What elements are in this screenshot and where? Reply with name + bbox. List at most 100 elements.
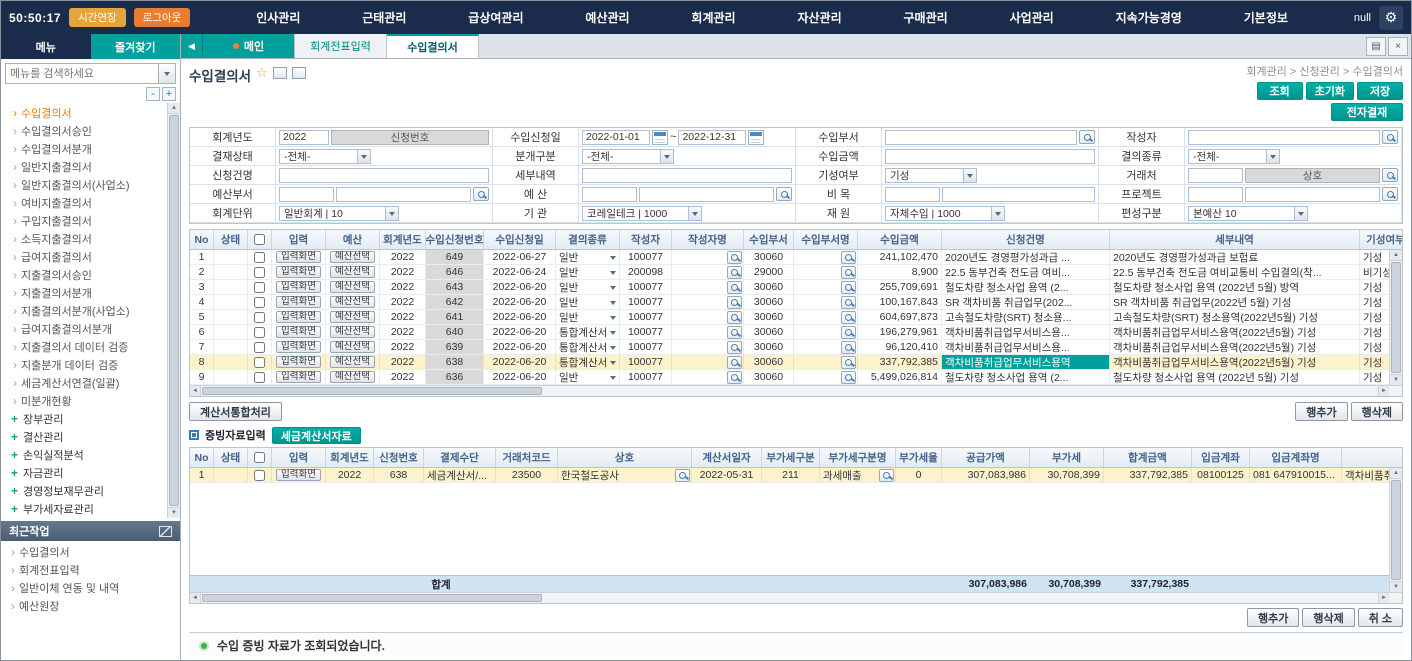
calendar-icon[interactable] bbox=[652, 130, 668, 145]
search-icon-button[interactable] bbox=[879, 469, 894, 482]
col-income-amount[interactable]: 수입금액 bbox=[858, 230, 942, 249]
sidebar-item[interactable]: › 지출결의서분개 bbox=[3, 284, 166, 302]
topnav-item[interactable]: 근태관리 bbox=[358, 9, 410, 26]
recent-work-item[interactable]: › 예산원장 bbox=[1, 597, 180, 615]
fiscal-year-input[interactable] bbox=[279, 130, 329, 145]
scroll-left-icon[interactable]: ◄ bbox=[190, 593, 201, 603]
recent-work-item[interactable]: › 회계전표입력 bbox=[1, 561, 180, 579]
cell-decision-type-select[interactable]: 통합계산서 bbox=[556, 325, 620, 339]
col-decision-type[interactable]: 결의종류 bbox=[556, 230, 620, 249]
extend-time-button[interactable]: 시간연장 bbox=[69, 8, 126, 27]
row-checkbox[interactable] bbox=[254, 372, 265, 383]
income-table-row[interactable]: 7 입력화면 예산선택 2022 639 2022-06-20 통합계산서 10… bbox=[190, 340, 1402, 355]
row-checkbox[interactable] bbox=[254, 282, 265, 293]
sidebar-item[interactable]: › 일반지출결의서 bbox=[3, 158, 166, 176]
col-input[interactable]: 입력 bbox=[272, 230, 326, 249]
col-vendor-name[interactable]: 상호 bbox=[558, 448, 692, 467]
scroll-down-icon[interactable]: ▼ bbox=[168, 507, 180, 518]
input-screen-button[interactable]: 입력화면 bbox=[276, 281, 321, 293]
search-icon-button[interactable] bbox=[841, 296, 856, 309]
topnav-item[interactable]: 지속가능경영 bbox=[1112, 9, 1186, 26]
writer-input[interactable] bbox=[1188, 130, 1380, 145]
sidebar-tab-menu[interactable]: 메뉴 bbox=[1, 34, 91, 59]
row-checkbox[interactable] bbox=[254, 342, 265, 353]
col-remarks[interactable]: 적요 bbox=[1342, 448, 1403, 467]
income-table-row[interactable]: 6 입력화면 예산선택 2022 640 2022-06-20 통합계산서 10… bbox=[190, 325, 1402, 340]
sidebar-item[interactable]: › 소득지출결의서 bbox=[3, 230, 166, 248]
detail-input[interactable] bbox=[582, 168, 792, 183]
col-vat-rate[interactable]: 부가세율 bbox=[896, 448, 942, 467]
search-icon-button[interactable] bbox=[841, 371, 856, 384]
col-input[interactable]: 입력 bbox=[272, 448, 326, 467]
input-screen-button[interactable]: 입력화면 bbox=[276, 371, 321, 383]
sidebar-item[interactable]: › 수입결의서분개 bbox=[3, 140, 166, 158]
budget-select-button[interactable]: 예산선택 bbox=[330, 251, 375, 263]
cancel-button[interactable]: 취 소 bbox=[1358, 608, 1403, 627]
tab-close-button[interactable]: × bbox=[1388, 37, 1408, 56]
col-vat-code[interactable]: 부가세구분 bbox=[762, 448, 820, 467]
search-icon-button[interactable] bbox=[727, 311, 742, 324]
collapse-all-button[interactable]: - bbox=[146, 87, 160, 101]
scroll-down-icon[interactable]: ▼ bbox=[1390, 374, 1402, 385]
income-dept-input[interactable] bbox=[885, 130, 1077, 145]
cell-request-title[interactable]: SR 객차비품 취급업무(202... bbox=[942, 295, 1110, 309]
vertical-scrollbar[interactable]: ▲ ▼ bbox=[1389, 250, 1402, 385]
date-to-input[interactable] bbox=[678, 130, 746, 145]
col-payment-method[interactable]: 결제수단 bbox=[424, 448, 496, 467]
cell-decision-type-select[interactable]: 일반 bbox=[556, 265, 620, 279]
search-icon-button[interactable] bbox=[727, 341, 742, 354]
col-no[interactable]: No bbox=[190, 448, 214, 467]
col-budget[interactable]: 예산 bbox=[326, 230, 380, 249]
cell-request-title[interactable]: 철도차량 청소사업 용역 (2... bbox=[942, 280, 1110, 294]
sidebar-group[interactable]: + 장부관리 bbox=[3, 410, 166, 428]
input-screen-button[interactable]: 입력화면 bbox=[276, 266, 321, 278]
sidebar-item[interactable]: › 수입결의서승인 bbox=[3, 122, 166, 140]
delete-row-button[interactable]: 행삭제 bbox=[1302, 608, 1354, 627]
sidebar-group[interactable]: + 결산관리 bbox=[3, 428, 166, 446]
sidebar-item[interactable]: › 지출분개 데이터 검증 bbox=[3, 356, 166, 374]
sidebar-group[interactable]: + 자금관리 bbox=[3, 464, 166, 482]
project-name-input[interactable] bbox=[1245, 187, 1380, 202]
search-icon-button[interactable] bbox=[1079, 130, 1095, 144]
search-icon-button[interactable] bbox=[1382, 187, 1398, 201]
row-checkbox[interactable] bbox=[254, 470, 265, 481]
calendar-icon[interactable] bbox=[748, 130, 764, 145]
col-vat-amount[interactable]: 부가세 bbox=[1030, 448, 1104, 467]
input-screen-button[interactable]: 입력화면 bbox=[276, 251, 321, 263]
col-writer-name[interactable]: 작성자명 bbox=[672, 230, 744, 249]
sidebar-group[interactable]: + 손익실적분석 bbox=[3, 446, 166, 464]
topnav-item[interactable]: 사업관리 bbox=[1006, 9, 1058, 26]
approval-status-select[interactable]: -전체- bbox=[279, 149, 371, 164]
select-all-checkbox[interactable] bbox=[254, 452, 265, 463]
search-icon-button[interactable] bbox=[841, 281, 856, 294]
scroll-right-icon[interactable]: ► bbox=[1378, 593, 1389, 603]
col-deposit-account-name[interactable]: 입금계좌명 bbox=[1250, 448, 1342, 467]
col-request-no[interactable]: 신청번호 bbox=[374, 448, 424, 467]
vertical-scrollbar[interactable]: ▲ ▼ bbox=[1389, 468, 1402, 592]
cell-request-title[interactable]: 철도차량 청소사업 용역 (2... bbox=[942, 370, 1110, 384]
input-screen-button[interactable]: 입력화면 bbox=[276, 311, 321, 323]
input-screen-button[interactable]: 입력화면 bbox=[276, 296, 321, 308]
recent-work-item[interactable]: › 수입결의서 bbox=[1, 543, 180, 561]
budget-select-button[interactable]: 예산선택 bbox=[330, 281, 375, 293]
input-screen-button[interactable]: 입력화면 bbox=[276, 341, 321, 353]
document-tab[interactable]: 수입결의서 bbox=[387, 34, 479, 58]
col-detail[interactable]: 세부내역 bbox=[1110, 230, 1360, 249]
sidebar-scrollbar[interactable]: ▲ ▼ bbox=[167, 103, 180, 518]
col-total-amount[interactable]: 합계금액 bbox=[1104, 448, 1192, 467]
col-income-dept[interactable]: 수입부서 bbox=[744, 230, 794, 249]
row-checkbox[interactable] bbox=[254, 357, 265, 368]
col-request-date[interactable]: 수입신청일 bbox=[484, 230, 556, 249]
budget-code-input[interactable] bbox=[582, 187, 637, 202]
income-table-row[interactable]: 8 입력화면 예산선택 2022 638 2022-06-20 통합계산서 10… bbox=[190, 355, 1402, 370]
scroll-up-icon[interactable]: ▲ bbox=[1390, 468, 1402, 479]
cell-decision-type-select[interactable]: 일반 bbox=[556, 280, 620, 294]
sidebar-item[interactable]: › 수입결의서 bbox=[3, 104, 166, 122]
row-checkbox[interactable] bbox=[254, 267, 265, 278]
sidebar-item[interactable]: › 구입지출결의서 bbox=[3, 212, 166, 230]
topnav-item[interactable]: 구매관리 bbox=[900, 9, 952, 26]
search-icon-button[interactable] bbox=[675, 469, 690, 482]
cell-payment-method[interactable]: 세금계산서/... bbox=[424, 468, 496, 482]
cell-decision-type-select[interactable]: 통합계산서 bbox=[556, 355, 620, 369]
logout-button[interactable]: 로그아웃 bbox=[134, 8, 191, 27]
